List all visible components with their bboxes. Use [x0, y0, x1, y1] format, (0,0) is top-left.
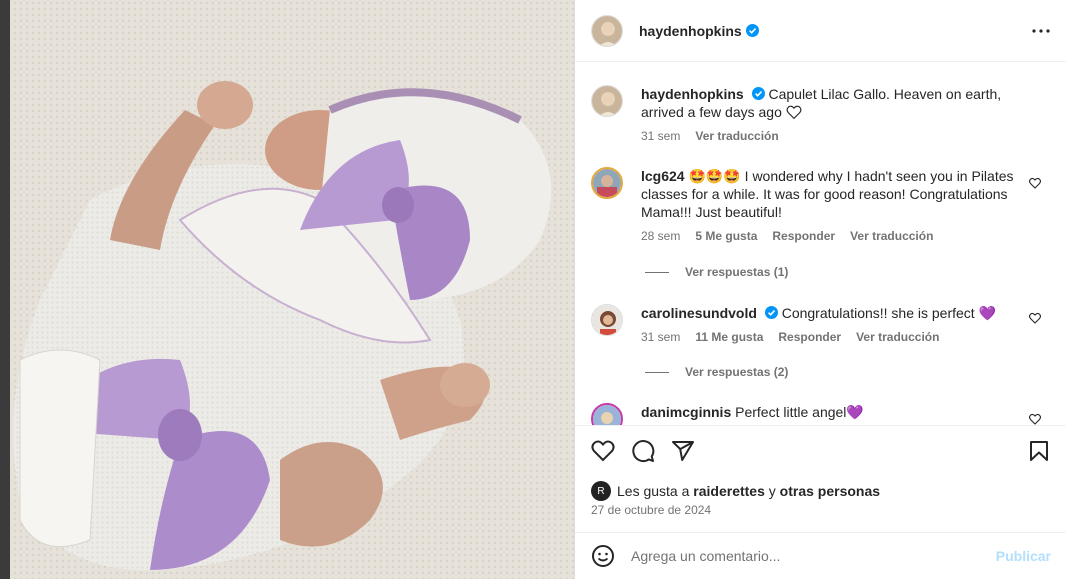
- comment-time: 31 sem: [641, 330, 681, 344]
- caption-meta: 31 sem Ver traducción: [641, 127, 1031, 145]
- publish-button[interactable]: Publicar: [996, 548, 1051, 564]
- heart-icon[interactable]: [591, 439, 615, 463]
- likes-prefix: Les gusta a: [617, 483, 690, 499]
- post-modal: haydenhopkins haydenhopkins Capulet Lila…: [0, 0, 1066, 579]
- likes-middle: y: [768, 483, 776, 499]
- comment-text: Congratulations!! she is perfect 💜: [781, 305, 997, 321]
- view-replies-label[interactable]: Ver respuestas (1): [685, 265, 788, 279]
- share-icon[interactable]: [671, 439, 695, 463]
- like-comment-heart-icon[interactable]: [1029, 312, 1041, 324]
- caption-avatar[interactable]: [591, 85, 623, 117]
- likes-summary[interactable]: R Les gusta a raiderettes y otras person…: [591, 481, 880, 501]
- comment-time: 28 sem: [641, 229, 681, 243]
- view-replies-label[interactable]: Ver respuestas (2): [685, 365, 788, 379]
- caption-time: 31 sem: [641, 129, 681, 143]
- commenter-username[interactable]: lcg624: [641, 168, 685, 184]
- replies-divider-line: [645, 371, 669, 373]
- commenter-username[interactable]: carolinesundvold: [641, 305, 757, 321]
- caption-translate-link[interactable]: Ver traducción: [695, 127, 778, 145]
- verified-badge-icon: [751, 87, 765, 100]
- translate-link[interactable]: Ver traducción: [856, 328, 939, 346]
- comment-text: 🤩🤩🤩 I wondered why I hadn't seen you in …: [641, 168, 1014, 220]
- liker-username[interactable]: raiderettes: [693, 483, 765, 499]
- caption-username[interactable]: haydenhopkins: [641, 86, 744, 102]
- post-action-bar: [575, 425, 1066, 475]
- white-heart-icon: [786, 105, 802, 120]
- post-header: haydenhopkins: [575, 0, 1066, 62]
- comments-list[interactable]: haydenhopkins Capulet Lilac Gallo. Heave…: [575, 63, 1066, 425]
- replies-divider-line: [645, 271, 669, 273]
- add-comment-bar: Agrega un comentario... Publicar: [575, 532, 1066, 579]
- post-date: 27 de octubre de 2024: [591, 503, 712, 517]
- likes-others-link[interactable]: otras personas: [780, 483, 880, 499]
- commenter-avatar[interactable]: [591, 167, 623, 199]
- view-replies-button[interactable]: Ver respuestas (2): [645, 365, 788, 379]
- comment-likes[interactable]: 5 Me gusta: [695, 227, 757, 245]
- like-comment-heart-icon[interactable]: [1029, 413, 1041, 425]
- view-replies-button[interactable]: Ver respuestas (1): [645, 265, 788, 279]
- like-comment-heart-icon[interactable]: [1029, 177, 1041, 189]
- commenter-avatar[interactable]: [591, 304, 623, 336]
- liker-avatar[interactable]: R: [591, 481, 611, 501]
- baby-photo-illustration: [0, 0, 574, 579]
- more-options-icon[interactable]: [1028, 18, 1054, 44]
- verified-badge-icon: [745, 24, 759, 37]
- commenter-avatar[interactable]: [591, 403, 623, 425]
- comment-icon[interactable]: [631, 439, 655, 463]
- commenter-username[interactable]: danimcginnis: [641, 404, 731, 420]
- translate-link[interactable]: Ver traducción: [850, 227, 933, 245]
- author-avatar[interactable]: [591, 14, 623, 47]
- bookmark-icon[interactable]: [1027, 439, 1051, 463]
- post-side-panel: haydenhopkins haydenhopkins Capulet Lila…: [574, 0, 1066, 579]
- verified-badge-icon: [764, 306, 778, 319]
- reply-button[interactable]: Responder: [778, 328, 841, 346]
- reply-button[interactable]: Responder: [772, 227, 835, 245]
- add-comment-input[interactable]: Agrega un comentario...: [631, 548, 996, 564]
- comment-meta: 28 sem 5 Me gusta Responder Ver traducci…: [641, 227, 1031, 245]
- author-avatar-image: [592, 15, 622, 46]
- author-username[interactable]: haydenhopkins: [639, 23, 742, 39]
- comment-meta: 31 sem 11 Me gusta Responder Ver traducc…: [641, 328, 1031, 346]
- comment-text: Perfect little angel💜: [735, 404, 864, 420]
- post-photo[interactable]: [0, 0, 574, 579]
- comment-likes[interactable]: 11 Me gusta: [695, 328, 763, 346]
- emoji-icon[interactable]: [591, 544, 615, 568]
